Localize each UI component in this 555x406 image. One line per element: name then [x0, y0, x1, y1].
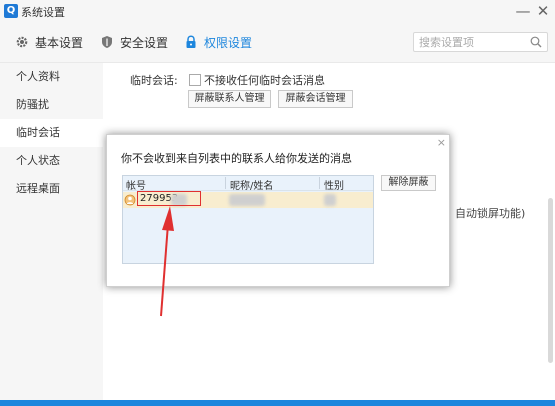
annotation-arrow-icon	[160, 206, 174, 317]
